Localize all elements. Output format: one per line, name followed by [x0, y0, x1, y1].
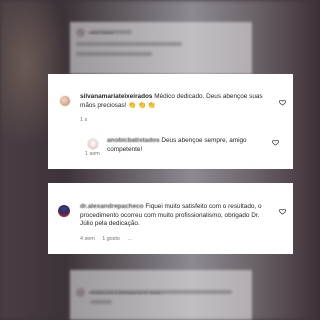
comment-username[interactable]: silvanamariateixeirados [80, 93, 152, 100]
comment-body: anobicbatistados Deus abençoe sempre, am… [107, 137, 275, 154]
heart-icon[interactable] [272, 139, 279, 146]
comment-body: silvanamariateixeirados Médico dedicado.… [80, 93, 268, 110]
background-comment-card [70, 270, 252, 320]
background-comment-text: Formado a ser a dedicação ao Dr. Jonas..… [88, 290, 164, 295]
comment-card: dr.alexandrepacheco Fiquei muito satisfe… [48, 183, 293, 254]
avatar[interactable] [87, 138, 99, 150]
comment-item: silvanamariateixeirados Médico dedicado.… [48, 93, 293, 129]
heart-icon[interactable] [279, 99, 286, 106]
comment-item: anobicbatistados Deus abençoe sempre, am… [48, 137, 293, 165]
background-text-line [76, 42, 182, 46]
comment-username[interactable]: dr.alexandrepacheco [80, 203, 144, 210]
background-text-line [90, 300, 112, 304]
comment-time: 4 sem [80, 236, 95, 242]
comment-likes[interactable]: 1 gosto [102, 236, 120, 242]
avatar[interactable] [58, 205, 70, 217]
comment-meta: 1 sem [85, 151, 106, 157]
comment-body: dr.alexandrepacheco Fiquei muito satisfe… [80, 203, 270, 229]
background-text-line [76, 52, 152, 56]
heart-icon[interactable] [279, 208, 286, 215]
comment-time: 1 s [80, 117, 88, 123]
background-post-title: Marco Gomes [88, 30, 114, 35]
comment-item: dr.alexandrepacheco Fiquei muito satisfe… [48, 203, 293, 251]
background-avatar [76, 28, 85, 37]
comment-meta: 4 sem 1 gosto ... [80, 236, 138, 242]
comment-time: 1 sem [85, 151, 100, 157]
comment-username[interactable]: anobicbatistados [107, 137, 160, 144]
background-avatar [76, 288, 85, 297]
avatar[interactable] [59, 95, 71, 107]
comment-card: silvanamariateixeirados Médico dedicado.… [48, 74, 293, 169]
comment-meta: 1 s [80, 117, 93, 123]
comment-reply[interactable]: ... [127, 236, 132, 242]
